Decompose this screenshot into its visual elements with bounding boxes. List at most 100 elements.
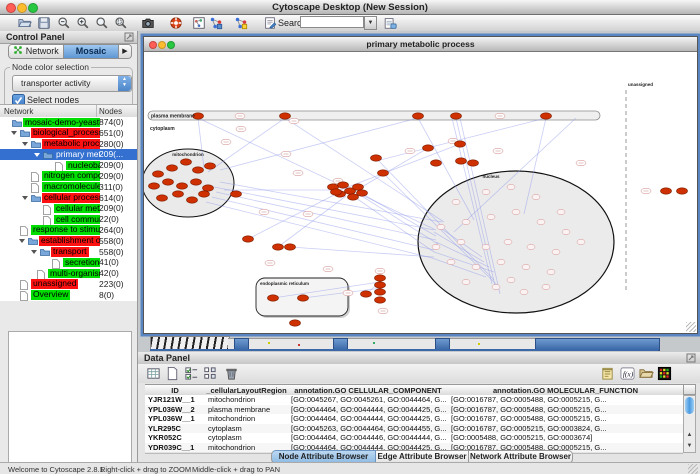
tree-row[interactable]: nucleobase-209(0) bbox=[0, 160, 137, 171]
table-cell: [GO:0044464, GO:0044444, GO:0044425, G..… bbox=[288, 414, 448, 424]
tree-row[interactable]: mosaic-demo-yeast874(0) bbox=[0, 117, 137, 128]
save-icon[interactable] bbox=[37, 16, 51, 30]
tree-row-count: 558(0) bbox=[99, 236, 124, 247]
disclosure-arrow-icon[interactable] bbox=[31, 250, 37, 254]
annotation-icon[interactable] bbox=[263, 16, 277, 30]
tree-row-count: 209(0) bbox=[99, 171, 124, 182]
table-cell: [GO:0044464, GO:0044444, GO:0044425, G..… bbox=[288, 405, 448, 415]
attribute-table: YJR121W__1mitochondrion[GO:0045267, GO:0… bbox=[145, 395, 683, 454]
table-scrollbar[interactable]: ▲ ▼ bbox=[683, 395, 696, 453]
disclosure-arrow-icon[interactable] bbox=[11, 131, 17, 135]
create-view-icon[interactable] bbox=[234, 16, 248, 30]
tree-row-label: cellular metabo bbox=[54, 204, 100, 214]
tree-row[interactable]: primary metabo209(... bbox=[0, 149, 137, 160]
help-lifering-icon[interactable] bbox=[169, 16, 183, 30]
zoom-in-icon[interactable] bbox=[76, 16, 90, 30]
tree-row-label: Overview bbox=[31, 290, 70, 300]
node-color-select-value: transporter activity bbox=[21, 78, 90, 88]
attribute-table-header: ID_cellularLayoutRegionannotation.GO CEL… bbox=[145, 384, 683, 395]
heatmap-matrix-icon[interactable] bbox=[657, 366, 672, 381]
tree-row[interactable]: transport558(0) bbox=[0, 247, 137, 258]
table-corner-button[interactable] bbox=[683, 384, 696, 395]
disclosure-arrow-icon[interactable] bbox=[34, 153, 40, 157]
table-row[interactable]: YKR052Ccytoplasm[GO:0044464, GO:0044446,… bbox=[145, 433, 683, 443]
tree-row[interactable]: secretion41(0) bbox=[0, 257, 137, 268]
delete-attribute-trash-icon[interactable] bbox=[224, 366, 239, 381]
search-input[interactable] bbox=[300, 16, 364, 28]
tree-row[interactable]: response to stimulu264(0) bbox=[0, 225, 137, 236]
select-attributes-icon[interactable] bbox=[184, 366, 199, 381]
attribute-table-icon[interactable] bbox=[146, 366, 161, 381]
tree-row[interactable]: cellular process614(0) bbox=[0, 193, 137, 204]
table-row[interactable]: YLR295Ccytoplasm[GO:0045263, GO:0044464,… bbox=[145, 424, 683, 434]
table-cell: mitochondrion bbox=[205, 395, 288, 405]
formula-fx-icon[interactable]: f(x) bbox=[620, 366, 635, 381]
overview-window-icon[interactable] bbox=[192, 16, 206, 30]
tree-row[interactable]: cell communicat22(0) bbox=[0, 214, 137, 225]
zoom-fit-icon[interactable] bbox=[95, 16, 109, 30]
search-dropdown-button[interactable]: ▼ bbox=[364, 16, 377, 30]
app-titlebar: Cytoscape Desktop (New Session) bbox=[0, 0, 700, 15]
table-row[interactable]: YPL036W__2plasma membrane[GO:0044464, GO… bbox=[145, 405, 683, 415]
new-attribute-icon[interactable] bbox=[165, 366, 180, 381]
data-panel: Data Panel f(x) ID_cellularLayoutRegiona… bbox=[138, 352, 700, 462]
svg-text:cytoplasm: cytoplasm bbox=[150, 126, 175, 132]
attribute-notepad-icon[interactable] bbox=[600, 366, 615, 381]
status-hint-zoom: Right-click + drag to ZOOM bbox=[100, 465, 191, 474]
tab-mosaic[interactable]: Mosaic bbox=[64, 45, 119, 58]
network-window-titlebar[interactable]: primary metabolic process bbox=[144, 37, 697, 52]
select-stepper-icon: ▲▼ bbox=[118, 76, 131, 91]
network-canvas[interactable]: plasma membranecytoplasmmitochondrionnuc… bbox=[144, 52, 695, 331]
open-folder-icon[interactable] bbox=[18, 16, 32, 30]
control-panel-tabs: Network Mosaic ▶ bbox=[8, 44, 132, 59]
table-row[interactable]: YPL036W__1mitochondrion[GO:0044464, GO:0… bbox=[145, 414, 683, 424]
tree-row[interactable]: metabolic process280(0) bbox=[0, 139, 137, 150]
table-cell: YPL036W__1 bbox=[145, 414, 205, 424]
table-cell: cytoplasm bbox=[205, 433, 288, 443]
tree-row-count: 209(0) bbox=[99, 203, 124, 214]
zoom-out-icon[interactable] bbox=[57, 16, 71, 30]
disclosure-arrow-icon[interactable] bbox=[22, 142, 28, 146]
disclosure-arrow-icon[interactable] bbox=[22, 196, 28, 200]
disclosure-arrow-icon[interactable] bbox=[19, 239, 25, 243]
tree-row[interactable]: Overview8(0) bbox=[0, 290, 137, 301]
status-welcome: Welcome to Cytoscape 2.8.1 bbox=[8, 465, 104, 474]
tree-row[interactable]: multi-organism pro42(0) bbox=[0, 268, 137, 279]
snapshot-camera-icon[interactable] bbox=[141, 16, 155, 30]
node-color-select[interactable]: transporter activity ▲▼ bbox=[12, 75, 132, 92]
sliver-dot bbox=[373, 342, 375, 344]
tree-col-nodes: Nodes bbox=[99, 107, 122, 116]
sliver-dot bbox=[298, 344, 300, 346]
tree-row[interactable]: macromolecule311(0) bbox=[0, 182, 137, 193]
table-cell: mitochondrion bbox=[205, 414, 288, 424]
table-cell: [GO:0044464, GO:0044446, GO:0044444, G..… bbox=[288, 433, 448, 443]
tree-row[interactable]: nitrogen compo209(0) bbox=[0, 171, 137, 182]
scroll-down-arrow[interactable]: ▼ bbox=[684, 441, 695, 452]
birdseye-view[interactable] bbox=[8, 331, 132, 474]
scroll-up-arrow[interactable]: ▲ bbox=[684, 430, 695, 441]
tree-row[interactable]: unassigned223(0) bbox=[0, 279, 137, 290]
tab-overflow-arrow[interactable]: ▶ bbox=[119, 45, 131, 58]
attribute-matrix-icon[interactable] bbox=[202, 366, 217, 381]
network-desktop: primary metabolic process plasma membran… bbox=[138, 31, 700, 352]
tree-row-label: nucleobase- bbox=[66, 161, 100, 171]
control-panel-title: Control Panel bbox=[6, 32, 65, 42]
destroy-view-icon[interactable] bbox=[209, 16, 223, 30]
data-panel-toolbar: f(x) bbox=[138, 364, 700, 383]
table-cell: YKR052C bbox=[145, 433, 205, 443]
frame-resize-grip[interactable] bbox=[686, 322, 696, 332]
tab-network[interactable]: Network bbox=[9, 45, 64, 58]
scrollbar-thumb[interactable] bbox=[685, 397, 694, 414]
import-folder-icon[interactable] bbox=[639, 366, 654, 381]
table-cell: [GO:0005488, GO:0005215, GO:0003674] bbox=[448, 433, 683, 443]
tree-row[interactable]: establishment of lo558(0) bbox=[0, 236, 137, 247]
zoom-selected-icon[interactable] bbox=[114, 16, 128, 30]
app-title: Cytoscape Desktop (New Session) bbox=[0, 2, 700, 13]
tree-row[interactable]: cellular metabo209(0) bbox=[0, 203, 137, 214]
window-resize-grip[interactable] bbox=[688, 464, 698, 474]
tree-row-label: secretion bbox=[63, 258, 100, 268]
column-divider[interactable] bbox=[96, 105, 97, 117]
table-row[interactable]: YJR121W__1mitochondrion[GO:0045267, GO:0… bbox=[145, 395, 683, 405]
search-options-icon[interactable] bbox=[383, 16, 397, 30]
tree-row[interactable]: biological_process651(0) bbox=[0, 128, 137, 139]
